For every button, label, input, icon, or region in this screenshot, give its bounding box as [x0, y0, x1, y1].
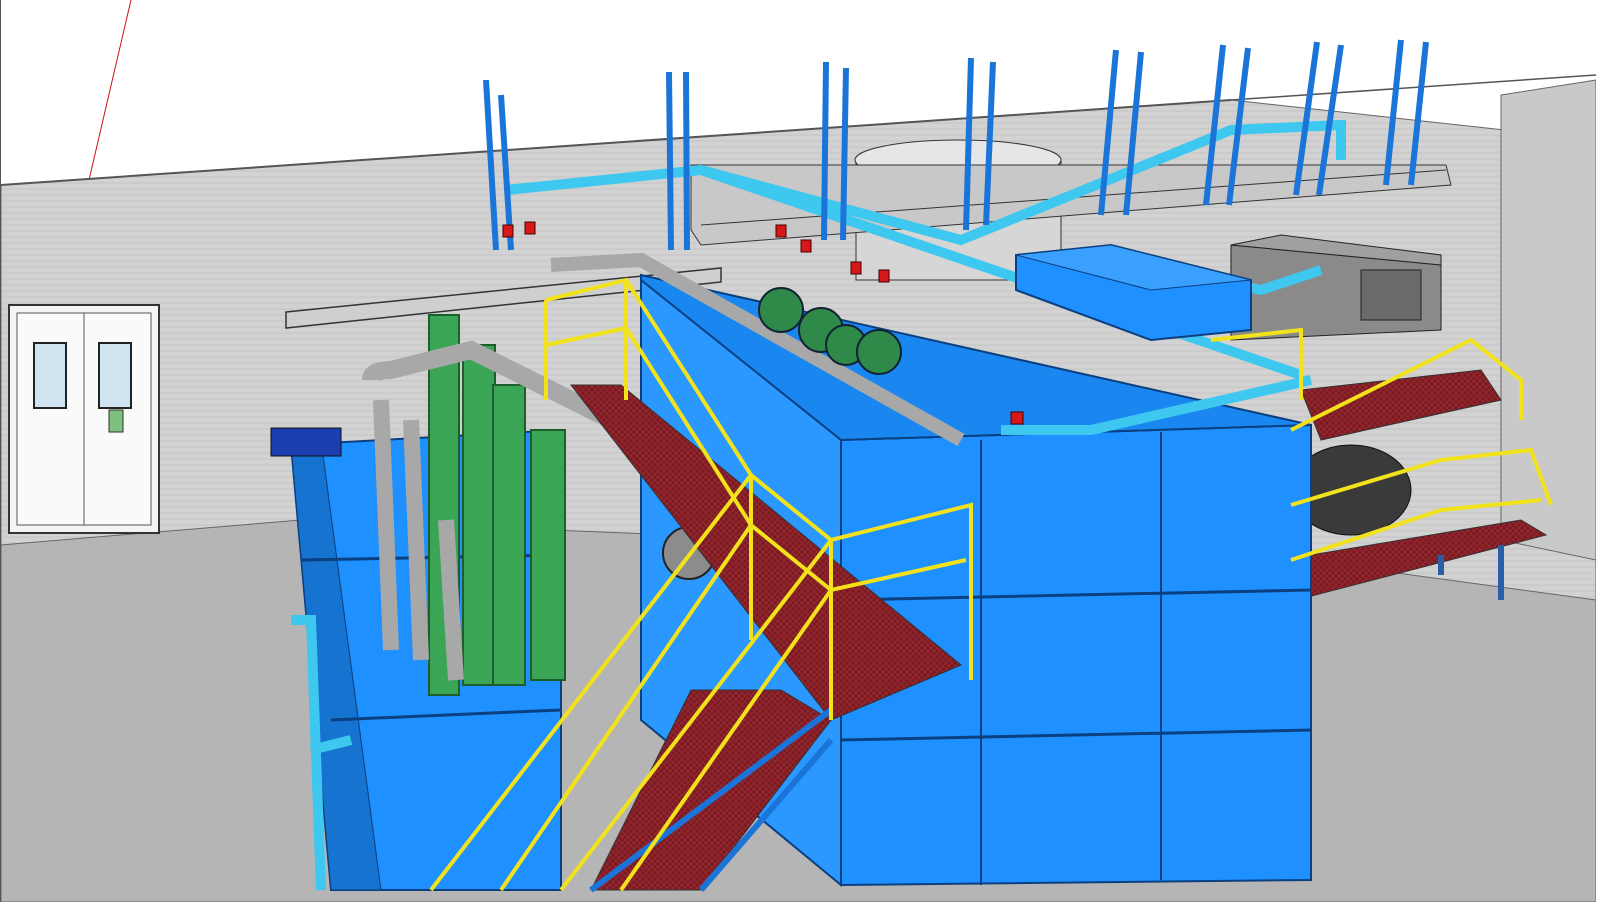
door[interactable]	[8, 304, 160, 534]
model-viewport[interactable]	[0, 0, 1597, 902]
control-box[interactable]	[270, 427, 342, 457]
door-window-left	[33, 342, 67, 409]
red-axis-line	[88, 0, 132, 181]
scene-canvas[interactable]	[1, 0, 1596, 902]
right-wall	[1500, 79, 1596, 561]
door-window-right	[98, 342, 132, 409]
door-handle-plate	[108, 409, 124, 433]
